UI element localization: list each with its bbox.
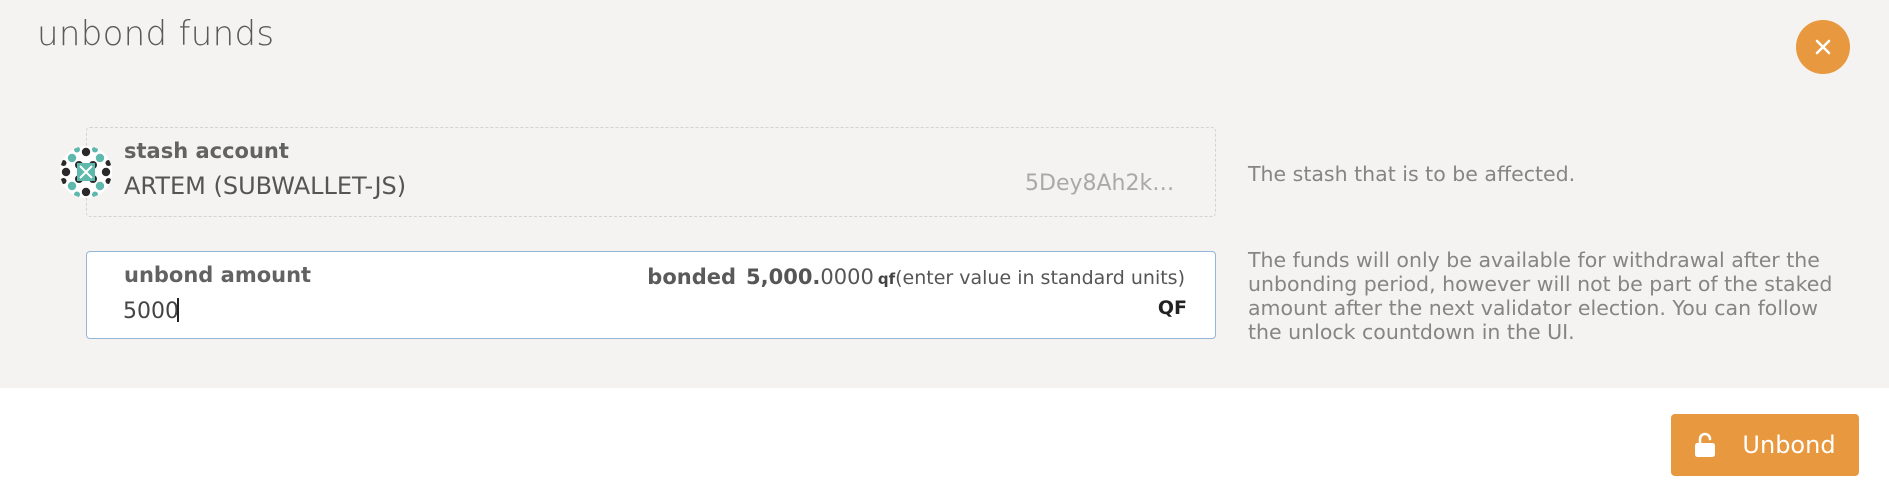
unit-label[interactable]: QF — [1158, 297, 1187, 319]
stash-help-text: The stash that is to be affected. — [1248, 162, 1576, 186]
unbond-amount-input[interactable] — [123, 294, 1023, 328]
stash-account-address[interactable]: 5Dey8Ah2k… — [1025, 171, 1174, 196]
unbond-button-label: Unbond — [1742, 431, 1836, 459]
text-caret — [177, 298, 179, 322]
modal-content: unbond funds stash account ARTEM (SUBWAL… — [0, 0, 1889, 388]
unbond-amount-help-text: The funds will only be available for wit… — [1248, 248, 1833, 344]
identicon-avatar — [60, 146, 112, 198]
unbond-amount-label: unbond amount — [124, 263, 312, 287]
stash-account-label: stash account — [124, 139, 289, 163]
close-button[interactable] — [1796, 20, 1850, 74]
unbond-button[interactable]: Unbond — [1671, 414, 1859, 476]
bonded-unit: qf — [877, 270, 896, 288]
stash-account-name[interactable]: ARTEM (SUBWALLET-JS) — [124, 172, 406, 200]
modal-title: unbond funds — [37, 14, 275, 54]
bonded-label: bonded — [647, 265, 736, 289]
bonded-balance-info: bonded 5,000.0000 qf(enter value in standa… — [647, 265, 1185, 289]
bonded-decimal: 0000 — [820, 265, 874, 289]
bonded-integer: 5,000. — [746, 265, 821, 289]
close-icon — [1815, 39, 1831, 55]
unbond-amount-field[interactable]: unbond amount bonded 5,000.0000 qf(enter v… — [86, 251, 1216, 339]
modal-footer — [0, 388, 1889, 498]
unlock-icon — [1694, 432, 1716, 458]
unbond-modal: unbond funds stash account ARTEM (SUBWAL… — [0, 0, 1889, 498]
standard-units-hint: (enter value in standard units) — [895, 267, 1185, 289]
